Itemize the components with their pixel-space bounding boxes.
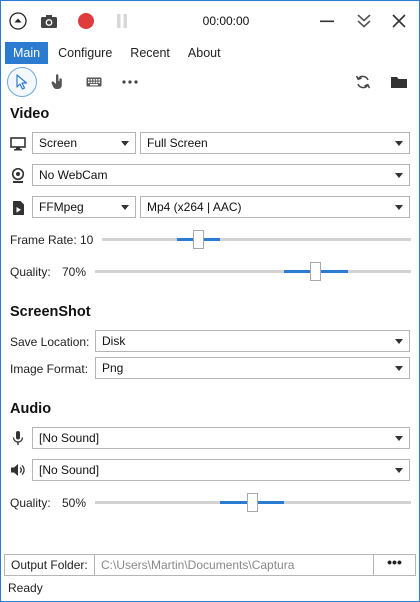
pause-icon[interactable] <box>112 11 132 31</box>
folder-icon[interactable] <box>384 67 414 97</box>
audio-section-title: Audio <box>10 401 52 417</box>
more-options-icon[interactable] <box>115 67 145 97</box>
app-window: 00:00:00 Main Configure Recent About Vid… <box>0 0 420 602</box>
webcam-value: No WebCam <box>39 168 108 182</box>
microphone-icon <box>10 430 26 446</box>
menu-bar: Main Configure Recent About <box>5 42 231 64</box>
speaker-select[interactable]: [No Sound] <box>32 459 410 481</box>
save-location-select[interactable]: Disk <box>95 330 410 352</box>
minimize-icon[interactable] <box>317 11 337 31</box>
camera-icon[interactable] <box>39 11 59 31</box>
microphone-select[interactable]: [No Sound] <box>32 427 410 449</box>
hand-click-icon[interactable] <box>43 67 73 97</box>
video-region-value: Full Screen <box>147 136 208 150</box>
webcam-select[interactable]: No WebCam <box>32 164 410 186</box>
file-video-icon <box>10 200 26 216</box>
screenshot-section-title: ScreenShot <box>10 304 91 320</box>
format-select[interactable]: Mp4 (x264 | AAC) <box>140 196 410 218</box>
frame-rate-slider[interactable] <box>102 229 411 249</box>
format-value: Mp4 (x264 | AAC) <box>147 200 242 214</box>
record-icon[interactable] <box>76 11 96 31</box>
audio-quality-slider-thumb[interactable] <box>247 493 258 512</box>
video-quality-slider-thumb[interactable] <box>310 262 321 281</box>
image-format-label: Image Format: <box>10 362 89 376</box>
video-quality-label: Quality: <box>10 265 51 279</box>
collapse-icon[interactable] <box>8 11 28 31</box>
status-text: Ready <box>8 581 43 595</box>
tab-main[interactable]: Main <box>5 42 49 64</box>
keyboard-icon[interactable] <box>79 67 109 97</box>
save-location-value: Disk <box>102 334 126 348</box>
encoder-select[interactable]: FFMpeg <box>32 196 136 218</box>
save-location-label: Save Location: <box>10 335 90 349</box>
frame-rate-label: Frame Rate: <box>10 233 77 247</box>
video-quality-value: 70% <box>62 265 87 279</box>
cursor-icon[interactable] <box>7 67 37 97</box>
speaker-value: [No Sound] <box>39 463 100 477</box>
close-icon[interactable] <box>389 11 409 31</box>
image-format-select[interactable]: Png <box>95 357 410 379</box>
monitor-icon <box>10 136 26 152</box>
video-section-title: Video <box>10 106 50 122</box>
browse-folder-button[interactable]: ••• <box>373 555 415 575</box>
video-source-value: Screen <box>39 136 78 150</box>
image-format-value: Png <box>102 361 124 375</box>
refresh-icon[interactable] <box>348 67 378 97</box>
tab-configure[interactable]: Configure <box>50 42 120 64</box>
frame-rate-value: 10 <box>80 233 94 247</box>
title-bar: 00:00:00 <box>1 1 419 41</box>
tab-about[interactable]: About <box>180 42 229 64</box>
output-folder-path[interactable]: C:\Users\Martin\Documents\Captura <box>101 555 294 575</box>
audio-quality-slider[interactable] <box>95 492 411 512</box>
speaker-icon <box>10 462 26 478</box>
audio-quality-value: 50% <box>62 496 87 510</box>
output-folder-bar: Output Folder: C:\Users\Martin\Documents… <box>4 554 416 576</box>
output-folder-label: Output Folder: <box>5 555 95 575</box>
recording-timer: 00:00:00 <box>202 14 250 28</box>
double-chevron-down-icon[interactable] <box>354 11 374 31</box>
audio-quality-label: Quality: <box>10 496 51 510</box>
video-region-select[interactable]: Full Screen <box>140 132 410 154</box>
video-source-select[interactable]: Screen <box>32 132 136 154</box>
video-quality-slider[interactable] <box>95 261 411 281</box>
toolbar <box>1 65 419 101</box>
encoder-value: FFMpeg <box>39 200 84 214</box>
webcam-icon <box>10 168 26 184</box>
tab-recent[interactable]: Recent <box>122 42 178 64</box>
frame-rate-slider-thumb[interactable] <box>193 230 204 249</box>
microphone-value: [No Sound] <box>39 431 100 445</box>
